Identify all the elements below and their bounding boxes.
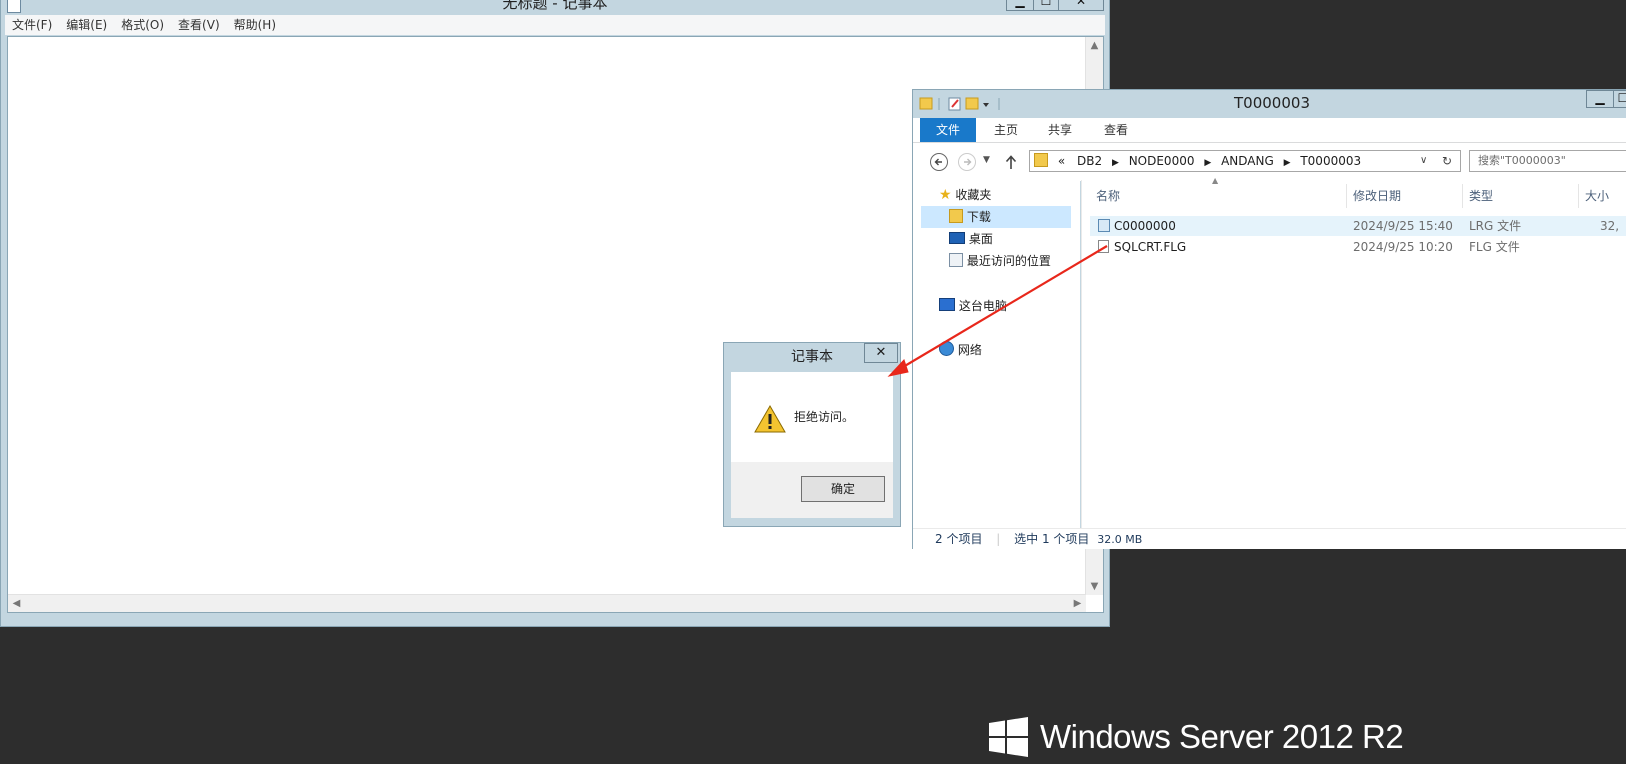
annotation-arrow [887, 245, 1108, 377]
windows-logo-icon [989, 717, 1028, 757]
watermark-text: Windows Server 2012 R2 [1040, 718, 1404, 755]
